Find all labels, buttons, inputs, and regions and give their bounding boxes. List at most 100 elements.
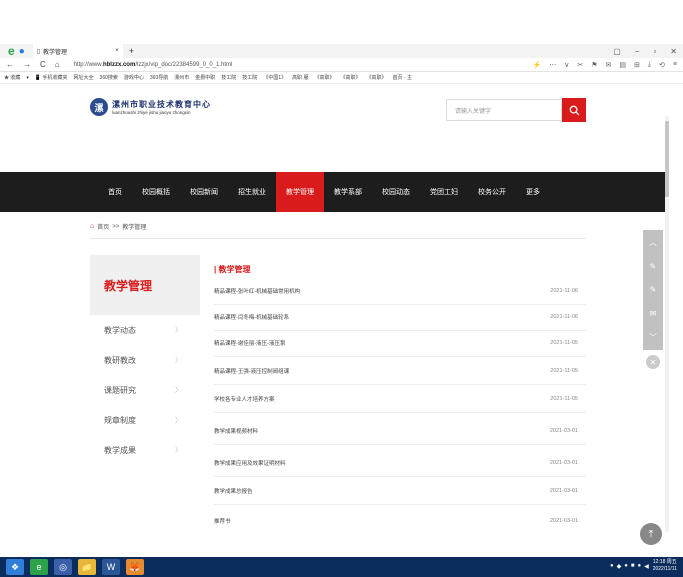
- article-title[interactable]: 教学成果视频材料: [214, 427, 258, 435]
- sidebar-icon[interactable]: ▤: [619, 61, 626, 69]
- site-logo[interactable]: 漯 漯州市职业技术教育中心 luanzhoushi zhiye jishu ji…: [90, 98, 211, 116]
- home-icon[interactable]: ⌂: [90, 223, 94, 230]
- list-item[interactable]: 精品课程-闫冬梅-机械基础轮系 2021-11-06: [214, 310, 586, 324]
- flag-icon[interactable]: ⚑: [591, 61, 597, 69]
- search-input[interactable]: 请输入关键字: [446, 99, 562, 121]
- browser-logo-icon[interactable]: e: [8, 44, 15, 58]
- mail-icon[interactable]: ✉: [650, 309, 657, 318]
- list-item[interactable]: 教学成果总报告 2021-03-01: [214, 484, 586, 498]
- home-icon[interactable]: ⌂: [55, 60, 60, 69]
- nav-news[interactable]: 校园新闻: [180, 172, 228, 212]
- nav-campus-updates[interactable]: 校园动态: [372, 172, 420, 212]
- bookmark-item[interactable]: 📱 手机收藏夹: [35, 74, 68, 81]
- bookmark-item[interactable]: 360搜索: [100, 74, 118, 81]
- tray-icon[interactable]: ◆: [617, 563, 622, 570]
- reload-icon[interactable]: C: [40, 60, 46, 69]
- bookmark-item[interactable]: 《中国1》: [263, 74, 286, 81]
- edit-icon[interactable]: ✎: [650, 285, 657, 294]
- volume-icon[interactable]: ◀: [644, 563, 649, 570]
- mail-icon[interactable]: ✉: [606, 61, 612, 69]
- bookmark-item[interactable]: 技工院: [221, 74, 236, 81]
- dropdown-icon[interactable]: ∨: [564, 61, 569, 69]
- article-title[interactable]: 教学成果总报告: [214, 487, 253, 495]
- start-button[interactable]: ❖: [6, 559, 24, 575]
- back-to-top-icon[interactable]: ⤒: [640, 523, 662, 545]
- window-close-icon[interactable]: ✕: [670, 47, 677, 56]
- nav-affairs[interactable]: 校务公开: [468, 172, 516, 212]
- window-minimize-icon[interactable]: −: [635, 47, 640, 56]
- nav-teaching-management[interactable]: 教学管理: [276, 172, 324, 212]
- list-item[interactable]: 推荐书 2021-03-01: [214, 514, 586, 528]
- sidebar-item-projects[interactable]: 课题研究 〉: [90, 375, 200, 405]
- article-title[interactable]: 精品课程-谢佳丽-液压-液压泵: [214, 339, 286, 347]
- nav-more[interactable]: 更多: [516, 172, 550, 212]
- breadcrumb-home[interactable]: 首页: [97, 222, 109, 231]
- list-item[interactable]: 精品课程-张叶红-机械基础常用机构 2021-11-06: [214, 284, 586, 298]
- bookmark-item[interactable]: 首页 - 主: [393, 74, 412, 81]
- more-icon[interactable]: ⋯: [549, 61, 556, 69]
- back-icon[interactable]: ←: [6, 60, 14, 69]
- app2-taskbar-icon[interactable]: 🦊: [126, 559, 144, 575]
- browser-menu-icon[interactable]: ●: [19, 46, 25, 57]
- sidebar-item-research-reform[interactable]: 教研教改 〉: [90, 345, 200, 375]
- bookmark-item[interactable]: 《高职》: [367, 74, 387, 81]
- window-restore-icon[interactable]: ▢: [613, 47, 621, 56]
- article-title[interactable]: 学校各专业人才培养方案: [214, 395, 275, 403]
- list-item[interactable]: 精品课程-王强-液压控制阀组课 2021-11-05: [214, 364, 586, 378]
- chevron-up-icon[interactable]: ︿: [649, 237, 657, 248]
- bookmark-item[interactable]: 网址大全: [74, 74, 94, 81]
- bookmark-item[interactable]: 技工院: [242, 74, 257, 81]
- bookmark-item[interactable]: 《高职》: [314, 74, 334, 81]
- tray-icon[interactable]: ●: [610, 563, 614, 570]
- undo-icon[interactable]: ⟲: [659, 61, 665, 69]
- close-icon[interactable]: ✕: [646, 355, 660, 369]
- search-button[interactable]: [562, 98, 586, 122]
- list-item[interactable]: 精品课程-谢佳丽-液压-液压泵 2021-11-05: [214, 336, 586, 350]
- sidebar-item-achievements[interactable]: 教学成果 〉: [90, 435, 200, 465]
- bookmark-item[interactable]: ★ 收藏: [4, 74, 20, 81]
- bookmark-item[interactable]: 高职 服: [292, 74, 308, 81]
- list-item[interactable]: 教学成果视频材料 2021-03-01: [214, 424, 586, 438]
- window-maximize-icon[interactable]: ▫: [653, 47, 656, 56]
- apps-icon[interactable]: ⊞: [634, 61, 640, 69]
- tray-icon[interactable]: ■: [631, 563, 635, 570]
- nav-overview[interactable]: 校园概括: [132, 172, 180, 212]
- nav-admission[interactable]: 招生就业: [228, 172, 276, 212]
- chevron-down-icon[interactable]: ﹀: [649, 332, 657, 343]
- tray-icon[interactable]: ●: [637, 563, 641, 570]
- menu-icon[interactable]: ≡: [673, 61, 677, 69]
- system-clock[interactable]: 12:18 周五 2022/11/11: [653, 559, 677, 573]
- forward-icon[interactable]: →: [23, 60, 31, 69]
- list-item[interactable]: 教学成果应用及效果证明材料 2021-03-01: [214, 456, 586, 470]
- bookmark-item[interactable]: 漯州市: [174, 74, 189, 81]
- article-title[interactable]: 推荐书: [214, 517, 231, 525]
- cut-icon[interactable]: ✂: [577, 61, 583, 69]
- url-field[interactable]: http://www.hblzzx.com/lzzjx/vip_doc/2238…: [74, 62, 233, 68]
- sidebar-item-teaching-news[interactable]: 教学动态 〉: [90, 315, 200, 345]
- nav-departments[interactable]: 教学系部: [324, 172, 372, 212]
- article-title[interactable]: 精品课程-张叶红-机械基础常用机构: [214, 287, 300, 295]
- folder-taskbar-icon[interactable]: 📁: [78, 559, 96, 575]
- phone-icon[interactable]: ✎: [650, 262, 657, 271]
- sidebar-item-regulations[interactable]: 规章制度 〉: [90, 405, 200, 435]
- article-title[interactable]: 精品课程-王强-液压控制阀组课: [214, 367, 289, 375]
- article-title[interactable]: 教学成果应用及效果证明材料: [214, 459, 286, 467]
- browser-taskbar-icon[interactable]: e: [30, 559, 48, 575]
- bookmark-item[interactable]: 360导航: [150, 74, 168, 81]
- bookmark-item[interactable]: 《高职》: [341, 74, 361, 81]
- bookmark-item[interactable]: 金爵中职: [195, 74, 215, 81]
- new-tab-button[interactable]: +: [129, 46, 134, 56]
- tray-icon[interactable]: ●: [624, 563, 628, 570]
- list-item[interactable]: 学校各专业人才培养方案 2021-11-05: [214, 392, 586, 406]
- nav-home[interactable]: 首页: [98, 172, 132, 212]
- nav-party-work[interactable]: 党团工妇: [420, 172, 468, 212]
- bookmark-item[interactable]: 游戏中心: [124, 74, 144, 81]
- speed-icon[interactable]: ⚡: [533, 61, 542, 69]
- bookmark-item[interactable]: ▾: [26, 75, 29, 81]
- word-taskbar-icon[interactable]: W: [102, 559, 120, 575]
- scrollbar-thumb[interactable]: [665, 121, 669, 197]
- browser-tab[interactable]: ▯ 教学管理 ×: [32, 44, 123, 58]
- article-title[interactable]: 精品课程-闫冬梅-机械基础轮系: [214, 313, 289, 321]
- download-icon[interactable]: ⤓: [648, 61, 651, 69]
- tab-close-icon[interactable]: ×: [115, 48, 119, 54]
